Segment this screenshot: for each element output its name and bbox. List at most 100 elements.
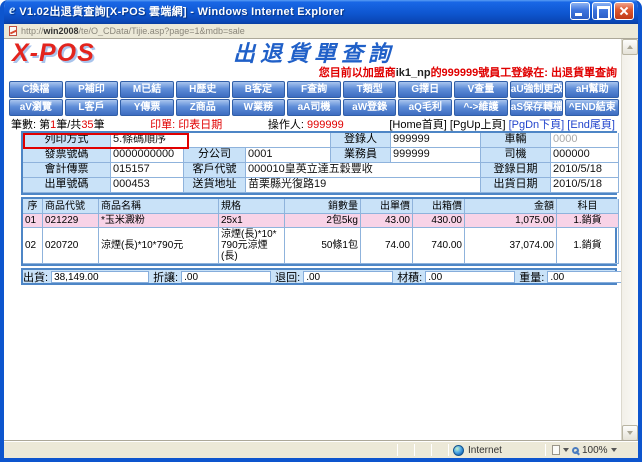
login-person-label: 登錄人	[331, 133, 391, 148]
maximize-button[interactable]	[592, 2, 612, 20]
close-button[interactable]	[614, 2, 634, 20]
total-return-label: 退回:	[275, 269, 303, 285]
button-help[interactable]: aH幫助	[565, 81, 619, 98]
button-force-edit[interactable]: aU強制更改	[510, 81, 564, 98]
toolbar-row-1: C換檔 P補印 M已結 H歷史 B客定 F查詢 T類型 G擇日 V查量 aU強制…	[7, 80, 621, 98]
row2-qty[interactable]: 50條1包	[285, 228, 361, 264]
minimize-button[interactable]	[570, 2, 590, 20]
url-text[interactable]: http://win2008/te/O_CData/Tijie.asp?page…	[21, 26, 245, 36]
total-ship-label: 出貨:	[23, 269, 51, 285]
customer-value[interactable]: 000010皇英立達五穀豐收	[246, 163, 481, 178]
invoice-value[interactable]: 0000000000	[111, 148, 184, 163]
login-notice: 您目前以加盟商ik1_np的999999號員工登錄在: 出退貨單查詢	[7, 67, 621, 80]
ie-logo-icon: e	[9, 4, 15, 18]
button-change-file[interactable]: C換檔	[9, 81, 63, 98]
button-sales[interactable]: W業務	[232, 99, 286, 116]
address-bar[interactable]: http://win2008/te/O_CData/Tijie.asp?page…	[4, 24, 638, 39]
button-product[interactable]: Z商品	[176, 99, 230, 116]
statusbar-message-area	[4, 442, 397, 458]
row1-seq[interactable]: 01	[23, 214, 43, 228]
url-scheme: http://	[21, 26, 44, 36]
total-weight-value[interactable]: .00	[547, 271, 621, 283]
row1-box-price[interactable]: 430.00	[413, 214, 465, 228]
row2-seq[interactable]: 02	[23, 228, 43, 264]
col-header-unit-price: 出單價	[361, 199, 413, 214]
row2-box-price[interactable]: 740.00	[413, 228, 465, 264]
totals-row: 出貨: 38,149.00 折讓: .00 退回: .00 材積: .00 重量…	[21, 268, 617, 285]
row1-qty[interactable]: 2包5kg	[285, 214, 361, 228]
row1-unit-price[interactable]: 43.00	[361, 214, 413, 228]
button-check-qty[interactable]: V查量	[454, 81, 508, 98]
button-reprint[interactable]: P補印	[65, 81, 119, 98]
zoom-control[interactable]: 100%	[546, 442, 638, 458]
row2-unit-price[interactable]: 74.00	[361, 228, 413, 264]
button-voucher[interactable]: Y傳票	[120, 99, 174, 116]
button-closed[interactable]: M已結	[120, 81, 174, 98]
total-return-value[interactable]: .00	[303, 271, 393, 283]
button-query[interactable]: F查詢	[287, 81, 341, 98]
row2-name[interactable]: 涼煙(長)*10*790元	[99, 228, 219, 264]
ship-date-value[interactable]: 2010/5/18	[551, 178, 619, 193]
button-end[interactable]: ^END結束	[565, 99, 619, 116]
row1-spec[interactable]: 25x1	[219, 214, 285, 228]
print-mode-value[interactable]: 5.條碼順序	[111, 133, 331, 148]
url-path: /te/O_CData/Tijie.asp?page=1&mdb=sale	[79, 26, 245, 36]
button-type[interactable]: T類型	[343, 81, 397, 98]
button-browse[interactable]: aV瀏覽	[9, 99, 63, 116]
nav-pgup-link[interactable]: [PgUp上頁]	[450, 116, 506, 132]
zoom-caret-icon[interactable]	[611, 448, 617, 452]
print-mode-label: 列印方式	[23, 133, 111, 148]
record-status-row: 筆數: 第1筆/共35筆 印單: 印表日期 操作人: 999999 [Home首…	[7, 116, 621, 130]
button-driver[interactable]: aA司機	[287, 99, 341, 116]
row1-amount[interactable]: 1,075.00	[465, 214, 557, 228]
button-customer[interactable]: L客戶	[65, 99, 119, 116]
button-history[interactable]: H歷史	[176, 81, 230, 98]
salesman-value[interactable]: 999999	[391, 148, 481, 163]
vehicle-value[interactable]: 0000	[551, 133, 619, 148]
scroll-down-button[interactable]	[622, 425, 638, 441]
col-header-subject: 科目	[557, 199, 619, 214]
button-save-export[interactable]: aS保存轉檔	[510, 99, 564, 116]
total-ship-value[interactable]: 38,149.00	[51, 271, 149, 283]
print-info: 印單: 印表日期	[150, 116, 222, 132]
vehicle-label: 車輛	[481, 133, 551, 148]
order-no-value[interactable]: 000453	[111, 178, 184, 193]
button-maintain[interactable]: ^->維護	[454, 99, 508, 116]
reg-date-value[interactable]: 2010/5/18	[551, 163, 619, 178]
record-count: 筆數: 第1筆/共35筆	[11, 116, 105, 132]
login-person-value[interactable]: 999999	[391, 133, 481, 148]
row1-code[interactable]: 021229	[43, 214, 99, 228]
row2-subject[interactable]: 1.銷貨	[557, 228, 619, 264]
total-discount-label: 折讓:	[153, 269, 181, 285]
security-zone-label: Internet	[468, 445, 502, 456]
total-ship: 出貨: 38,149.00	[23, 270, 153, 283]
row2-code[interactable]: 020720	[43, 228, 99, 264]
nav-home-link[interactable]: [Home首頁]	[389, 116, 446, 132]
page-mode-icon[interactable]	[552, 445, 560, 455]
row2-amount[interactable]: 37,074.00	[465, 228, 557, 264]
vertical-scrollbar[interactable]	[621, 39, 638, 441]
voucher-value[interactable]: 015157	[111, 163, 184, 178]
row1-subject[interactable]: 1.銷貨	[557, 214, 619, 228]
notice-text: 您目前以加盟商	[319, 67, 396, 79]
dropdown-caret-icon[interactable]	[563, 448, 569, 452]
total-volume-value[interactable]: .00	[425, 271, 515, 283]
row1-name[interactable]: *玉米澱粉	[99, 214, 219, 228]
button-customer-set[interactable]: B客定	[232, 81, 286, 98]
driver-value[interactable]: 000000	[551, 148, 619, 163]
button-pick-date[interactable]: G擇日	[398, 81, 452, 98]
nav-pgdn-link[interactable]: [PgDn下頁]	[509, 116, 565, 132]
magnifier-icon[interactable]	[572, 447, 579, 454]
address-value[interactable]: 苗栗縣光復路19	[246, 178, 481, 193]
zoom-level[interactable]: 100%	[582, 445, 608, 456]
branch-value[interactable]: 0001	[246, 148, 331, 163]
total-discount-value[interactable]: .00	[181, 271, 271, 283]
button-login[interactable]: aW登錄	[343, 99, 397, 116]
scroll-up-button[interactable]	[622, 39, 638, 55]
xpos-logo: X-POS	[7, 41, 177, 65]
nav-end-link[interactable]: [End尾頁]	[567, 116, 615, 132]
page-title: 出退貨單查詢	[177, 41, 451, 67]
button-margin[interactable]: aQ毛利	[398, 99, 452, 116]
col-header-spec: 規格	[219, 199, 285, 214]
row2-spec[interactable]: 涼煙(長)*10*790元涼煙(長)	[219, 228, 285, 264]
